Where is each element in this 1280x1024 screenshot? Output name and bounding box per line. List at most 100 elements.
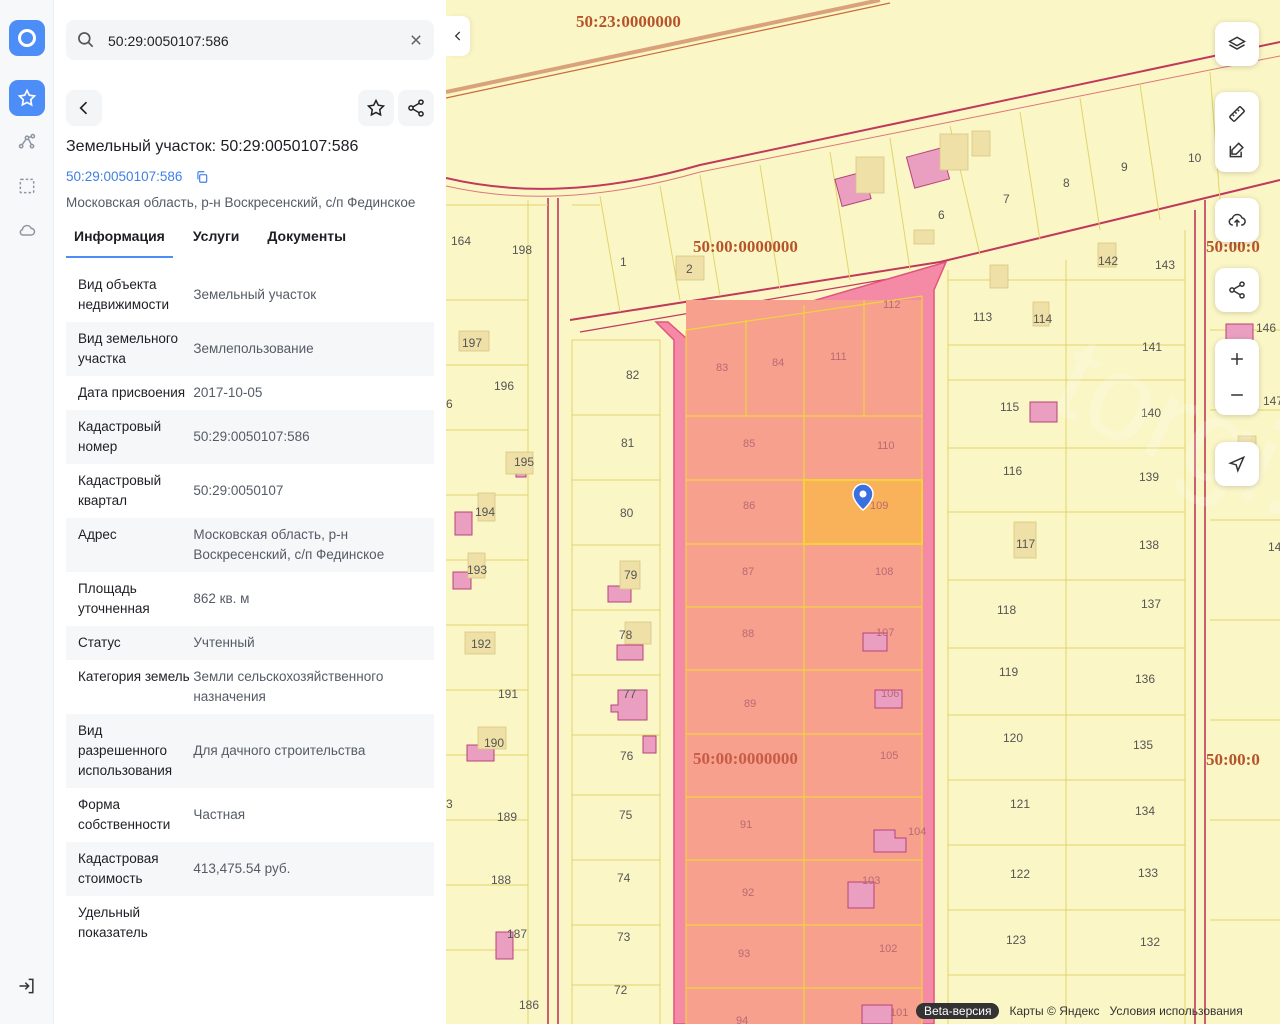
table-row: Форма собственности Частная <box>66 788 434 842</box>
svg-text:78: 78 <box>619 628 633 642</box>
zoom-in-icon[interactable] <box>1215 341 1259 377</box>
row-key: Площадь уточненная <box>78 581 150 616</box>
svg-text:114: 114 <box>1033 312 1052 326</box>
svg-text:89: 89 <box>744 698 756 710</box>
svg-text:106: 106 <box>881 688 899 700</box>
left-rail <box>0 0 54 1024</box>
page-title: Земельный участок: 50:29:0050107:586 <box>66 138 359 155</box>
edit-icon[interactable] <box>1215 132 1259 168</box>
search-icon <box>78 32 94 48</box>
map-copyright[interactable]: Карты © Яндекс <box>1009 1004 1099 1018</box>
terms-link[interactable]: Условия использования <box>1110 1004 1243 1018</box>
row-value: 862 кв. м <box>193 591 250 606</box>
svg-text:112: 112 <box>883 299 901 311</box>
chevron-left-icon <box>79 101 88 115</box>
svg-text:83: 83 <box>716 362 728 374</box>
address-line: Московская область, р-н Воскресенский, с… <box>66 195 416 210</box>
svg-text:121: 121 <box>1010 797 1030 811</box>
svg-text:80: 80 <box>620 506 634 520</box>
tab-documents[interactable]: Документы <box>259 222 354 256</box>
svg-text:92: 92 <box>742 887 754 899</box>
svg-text:186: 186 <box>519 998 539 1012</box>
table-row: Статус Учтенный <box>66 626 434 660</box>
route-icon[interactable] <box>9 124 45 160</box>
select-area-icon[interactable] <box>9 168 45 204</box>
table-row: Кадастровый номер 50:29:0050107:586 <box>66 410 434 464</box>
cadastral-link[interactable]: 50:29:0050107:586 <box>66 169 182 184</box>
layers-control <box>1215 22 1259 66</box>
zoom-out-icon[interactable] <box>1215 377 1259 413</box>
map-canvas[interactable]: 50:23:0000000 50:00:0000000 50:00:000000… <box>446 0 1280 1024</box>
layers-icon[interactable] <box>1215 22 1259 66</box>
navigation-arrow-icon[interactable] <box>1215 442 1259 486</box>
row-key: Форма собственности <box>78 797 171 832</box>
svg-text:143: 143 <box>1155 258 1175 272</box>
row-value: 50:29:0050107 <box>193 483 284 498</box>
svg-text:142: 142 <box>1098 254 1118 268</box>
svg-text:132: 132 <box>1140 935 1160 949</box>
tab-info[interactable]: Информация <box>66 222 173 258</box>
search-input[interactable] <box>106 28 400 54</box>
favorites-icon[interactable] <box>9 80 45 116</box>
share-icon <box>408 99 424 117</box>
cloud-icon[interactable] <box>9 212 45 248</box>
back-button[interactable] <box>66 90 102 126</box>
svg-text:198: 198 <box>512 243 532 257</box>
search-box <box>66 20 434 60</box>
close-icon[interactable] <box>406 30 426 50</box>
svg-text:110: 110 <box>877 440 895 452</box>
share-icon[interactable] <box>1215 268 1259 312</box>
svg-text:141: 141 <box>1142 340 1162 354</box>
copy-icon[interactable] <box>195 170 209 184</box>
table-row: Кадастровая стоимость 413,475.54 руб. <box>66 842 434 896</box>
svg-text:109: 109 <box>870 500 888 512</box>
svg-text:87: 87 <box>742 566 754 578</box>
beta-badge: Beta-версия <box>916 1003 1000 1019</box>
row-key: Статус <box>78 635 121 650</box>
ruler-icon[interactable] <box>1215 96 1259 132</box>
svg-text:6: 6 <box>446 397 453 411</box>
svg-text:8: 8 <box>1063 176 1070 190</box>
row-value: 50:29:0050107:586 <box>193 429 310 444</box>
svg-text:118: 118 <box>997 603 1016 617</box>
tabs: Информация Услуги Документы <box>66 222 366 258</box>
svg-text:7: 7 <box>1003 192 1010 206</box>
table-row: Площадь уточненная 862 кв. м <box>66 572 434 626</box>
svg-text:137: 137 <box>1141 597 1161 611</box>
svg-text:191: 191 <box>498 687 518 701</box>
row-value: Землепользование <box>193 341 314 356</box>
svg-text:196: 196 <box>494 379 514 393</box>
svg-text:94: 94 <box>736 1015 748 1024</box>
favorite-button[interactable] <box>358 90 394 126</box>
svg-text:14: 14 <box>1268 540 1280 554</box>
svg-text:190: 190 <box>484 736 504 750</box>
row-key: Категория земель <box>78 669 190 684</box>
row-key: Кадастровая стоимость <box>78 851 159 886</box>
svg-text:101: 101 <box>890 1007 908 1019</box>
svg-text:146: 146 <box>1256 321 1276 335</box>
svg-text:140: 140 <box>1141 406 1161 420</box>
upload-cloud-icon[interactable] <box>1215 198 1259 242</box>
row-value: Московская область, р-н Воскресенский, с… <box>193 527 385 562</box>
upload-control <box>1215 198 1259 242</box>
svg-text:188: 188 <box>491 873 511 887</box>
collapse-panel-button[interactable] <box>446 16 470 56</box>
app-logo[interactable] <box>9 20 45 56</box>
quarter-label: 50:00:0000000 <box>693 237 798 256</box>
svg-text:194: 194 <box>475 505 495 519</box>
svg-text:113: 113 <box>973 310 992 324</box>
svg-text:107: 107 <box>876 627 894 639</box>
svg-text:147: 147 <box>1263 394 1280 408</box>
table-row: Вид земельного участка Землепользование <box>66 322 434 376</box>
svg-text:195: 195 <box>514 455 534 469</box>
row-key: Кадастровый номер <box>78 419 162 454</box>
table-row: Категория земель Земли сельскохозяйственн… <box>66 660 434 714</box>
svg-text:122: 122 <box>1010 867 1030 881</box>
svg-text:108: 108 <box>875 566 893 578</box>
tab-services[interactable]: Услуги <box>185 222 248 256</box>
logout-icon[interactable] <box>9 968 45 1004</box>
row-value: Для дачного строительства <box>193 743 366 758</box>
tools-control <box>1215 92 1259 172</box>
svg-text:193: 193 <box>467 563 487 577</box>
share-button[interactable] <box>398 90 434 126</box>
